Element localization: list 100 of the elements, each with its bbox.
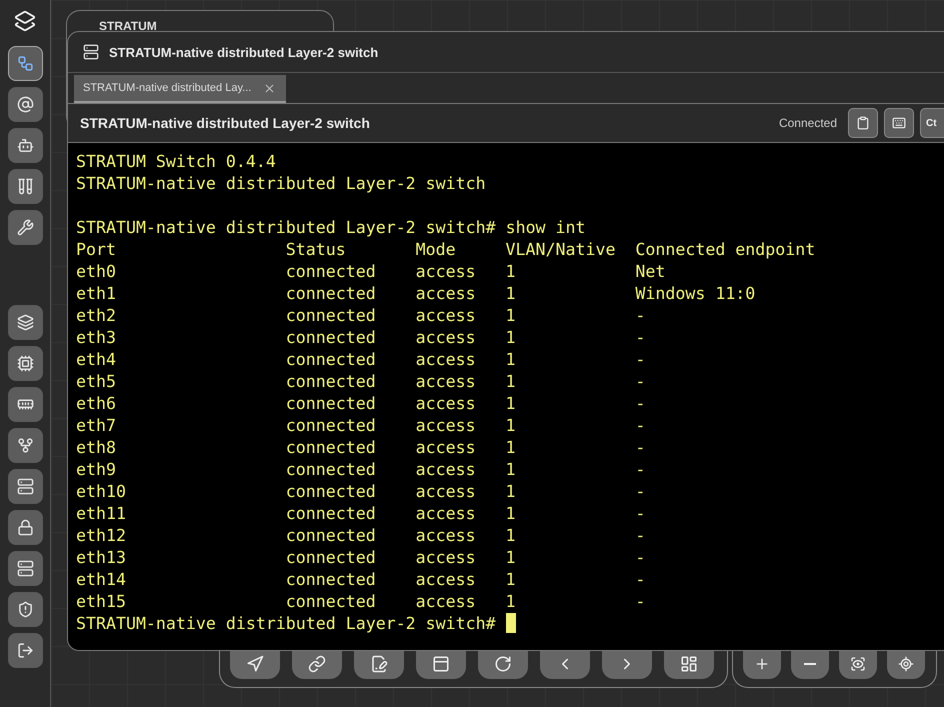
table-cell: eth14 xyxy=(76,570,126,589)
table-cell: connected xyxy=(286,460,376,479)
table-cell: - xyxy=(635,394,646,413)
table-cell: - xyxy=(635,482,646,501)
column-header: Status xyxy=(286,240,346,259)
tool-button[interactable] xyxy=(292,649,342,679)
table-cell: eth4 xyxy=(76,350,116,369)
table-cell: - xyxy=(635,548,646,567)
shield-icon xyxy=(16,601,34,618)
redo-icon xyxy=(494,655,512,673)
table-cell: access xyxy=(416,372,476,391)
table-cell: eth0 xyxy=(76,262,116,281)
table-cell: - xyxy=(635,372,646,391)
table-cell: 1 xyxy=(506,548,516,567)
close-icon[interactable] xyxy=(263,82,276,94)
sidebar-button[interactable] xyxy=(8,128,42,163)
table-cell: access xyxy=(416,526,476,545)
table-cell: 1 xyxy=(506,526,516,545)
sidebar-button[interactable] xyxy=(8,87,42,122)
table-cell: eth2 xyxy=(76,306,116,325)
edit-icon xyxy=(370,655,388,673)
sidebar-button[interactable] xyxy=(8,592,42,627)
sidebar-button[interactable] xyxy=(8,387,42,422)
sidebar-button[interactable] xyxy=(8,551,42,586)
sidebar-button[interactable] xyxy=(8,210,42,245)
sidebar-button[interactable] xyxy=(8,510,42,545)
column-header: Mode xyxy=(416,240,456,259)
tool-button[interactable] xyxy=(478,649,528,679)
sidebar-button[interactable] xyxy=(8,346,42,381)
table-cell: 1 xyxy=(506,570,516,589)
table-cell: 1 xyxy=(506,350,516,369)
layout-icon xyxy=(680,655,698,673)
table-cell: 1 xyxy=(506,460,516,479)
table-cell: eth15 xyxy=(76,592,126,611)
table-cell: eth9 xyxy=(76,460,116,479)
table-cell: connected xyxy=(286,504,376,523)
sidebar-button[interactable] xyxy=(8,633,42,668)
table-cell: eth7 xyxy=(76,416,116,435)
tab[interactable]: STRATUM-native distributed Lay... xyxy=(74,75,286,103)
table-cell: access xyxy=(416,504,476,523)
table-cell: connected xyxy=(286,438,376,457)
at-sign-icon xyxy=(16,96,34,113)
table-cell: connected xyxy=(286,262,376,281)
flowchart-icon xyxy=(16,55,34,72)
table-cell: access xyxy=(416,284,476,303)
table-cell: access xyxy=(416,306,476,325)
link-icon xyxy=(308,655,326,673)
zoom-button[interactable] xyxy=(887,649,925,679)
terminal-line: STRATUM Switch 0.4.4 xyxy=(76,152,276,171)
table-cell: 1 xyxy=(506,262,516,281)
table-cell: eth11 xyxy=(76,504,126,523)
tool-button[interactable] xyxy=(354,649,404,679)
keyboard-button[interactable] xyxy=(884,108,914,138)
table-cell: access xyxy=(416,350,476,369)
sidebar-button[interactable] xyxy=(8,305,42,340)
zoom-button[interactable] xyxy=(791,649,829,679)
window-title: STRATUM-native distributed Layer-2 switch xyxy=(109,44,378,60)
sidebar-button[interactable] xyxy=(8,46,42,81)
table-cell: connected xyxy=(286,570,376,589)
connection-status: Connected xyxy=(778,116,837,130)
table-cell: - xyxy=(635,438,646,457)
table-cell: 1 xyxy=(506,394,516,413)
sidebar-button[interactable] xyxy=(8,428,42,463)
table-cell: connected xyxy=(286,328,376,347)
logo-icon xyxy=(14,10,36,32)
table-cell: - xyxy=(635,592,646,611)
table-cell: 1 xyxy=(506,504,516,523)
table-cell: eth12 xyxy=(76,526,126,545)
zoom-button[interactable] xyxy=(839,649,877,679)
table-cell: connected xyxy=(286,372,376,391)
table-cell: connected xyxy=(286,526,376,545)
table-cell: - xyxy=(635,526,646,545)
tool-button[interactable] xyxy=(230,649,280,679)
tool-button[interactable] xyxy=(416,649,466,679)
zoom-button[interactable] xyxy=(743,649,781,679)
tool-button[interactable] xyxy=(664,649,714,679)
clipboard-button[interactable] xyxy=(848,108,878,138)
robot-icon xyxy=(16,137,34,154)
session-title: STRATUM-native distributed Layer-2 switch xyxy=(80,115,371,131)
panel-icon xyxy=(432,655,450,673)
table-cell: eth10 xyxy=(76,482,126,501)
server-icon xyxy=(16,478,34,495)
sidebar-button[interactable] xyxy=(8,169,42,204)
table-cell: access xyxy=(416,438,476,457)
table-cell: Windows 11:0 xyxy=(635,284,756,303)
card-title: STRATUM xyxy=(99,20,157,33)
ctrl-button[interactable]: Ct xyxy=(920,108,944,138)
terminal-prompt: STRATUM-native distributed Layer-2 switch# xyxy=(76,614,496,633)
test-tubes-icon xyxy=(16,178,34,195)
terminal-command: STRATUM-native distributed Layer-2 switch# show int xyxy=(76,218,586,237)
fork-icon xyxy=(16,437,34,454)
server-icon xyxy=(16,560,34,577)
table-cell: - xyxy=(635,570,646,589)
table-cell: 1 xyxy=(506,372,516,391)
sidebar-button[interactable] xyxy=(8,469,42,504)
table-cell: connected xyxy=(286,482,376,501)
pointer-icon xyxy=(246,655,264,673)
table-cell: connected xyxy=(286,306,376,325)
table-cell: access xyxy=(416,262,476,281)
logout-icon xyxy=(16,642,34,659)
